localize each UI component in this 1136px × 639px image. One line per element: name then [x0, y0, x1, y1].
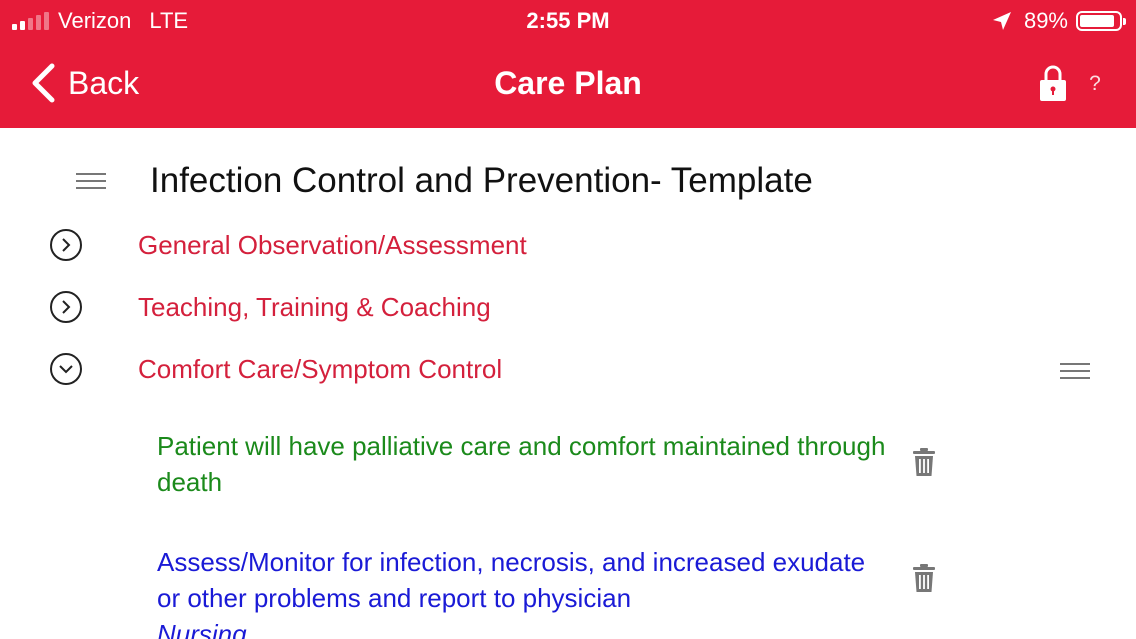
section-label: Teaching, Training & Coaching — [138, 291, 491, 322]
help-button[interactable]: ? — [1080, 68, 1110, 100]
section-general-observation[interactable]: General Observation/Assessment — [50, 225, 670, 265]
navigation-bar: Verizon LTE 2:55 PM 89% Back Care Plan ? — [0, 0, 1136, 128]
section-label: General Observation/Assessment — [138, 229, 527, 260]
trash-icon[interactable] — [912, 563, 936, 593]
lock-icon[interactable] — [1038, 64, 1068, 102]
status-right-group: 89% — [992, 6, 1126, 36]
intervention-text: Assess/Monitor for infection, necrosis, … — [157, 547, 866, 613]
trash-icon[interactable] — [912, 447, 936, 477]
care-plan-screen: Verizon LTE 2:55 PM 89% Back Care Plan ?… — [0, 0, 1136, 639]
goal-text: Patient will have palliative care and co… — [157, 431, 886, 497]
chevron-right-circle-icon — [50, 229, 82, 261]
section-hamburger-menu-icon[interactable] — [1060, 363, 1090, 383]
page-title: Infection Control and Prevention- Templa… — [150, 161, 813, 200]
section-label: Comfort Care/Symptom Control — [138, 353, 503, 384]
status-time: 2:55 PM — [526, 8, 610, 33]
intervention-item[interactable]: Assess/Monitor for infection, necrosis, … — [157, 544, 887, 639]
battery-level-fill — [1080, 15, 1114, 27]
chevron-right-circle-icon — [50, 291, 82, 323]
section-teaching-training[interactable]: Teaching, Training & Coaching — [50, 287, 670, 327]
battery-icon — [1076, 11, 1126, 31]
nav-title: Care Plan — [494, 65, 642, 101]
location-arrow-icon — [992, 12, 1011, 30]
section-comfort-care[interactable]: Comfort Care/Symptom Control — [50, 349, 670, 389]
title-hamburger-menu-icon[interactable] — [76, 173, 106, 193]
goal-item[interactable]: Patient will have palliative care and co… — [157, 428, 887, 500]
chevron-down-circle-icon — [50, 353, 82, 385]
intervention-discipline: Nursing — [157, 619, 247, 639]
battery-percent: 89% — [1023, 8, 1068, 33]
